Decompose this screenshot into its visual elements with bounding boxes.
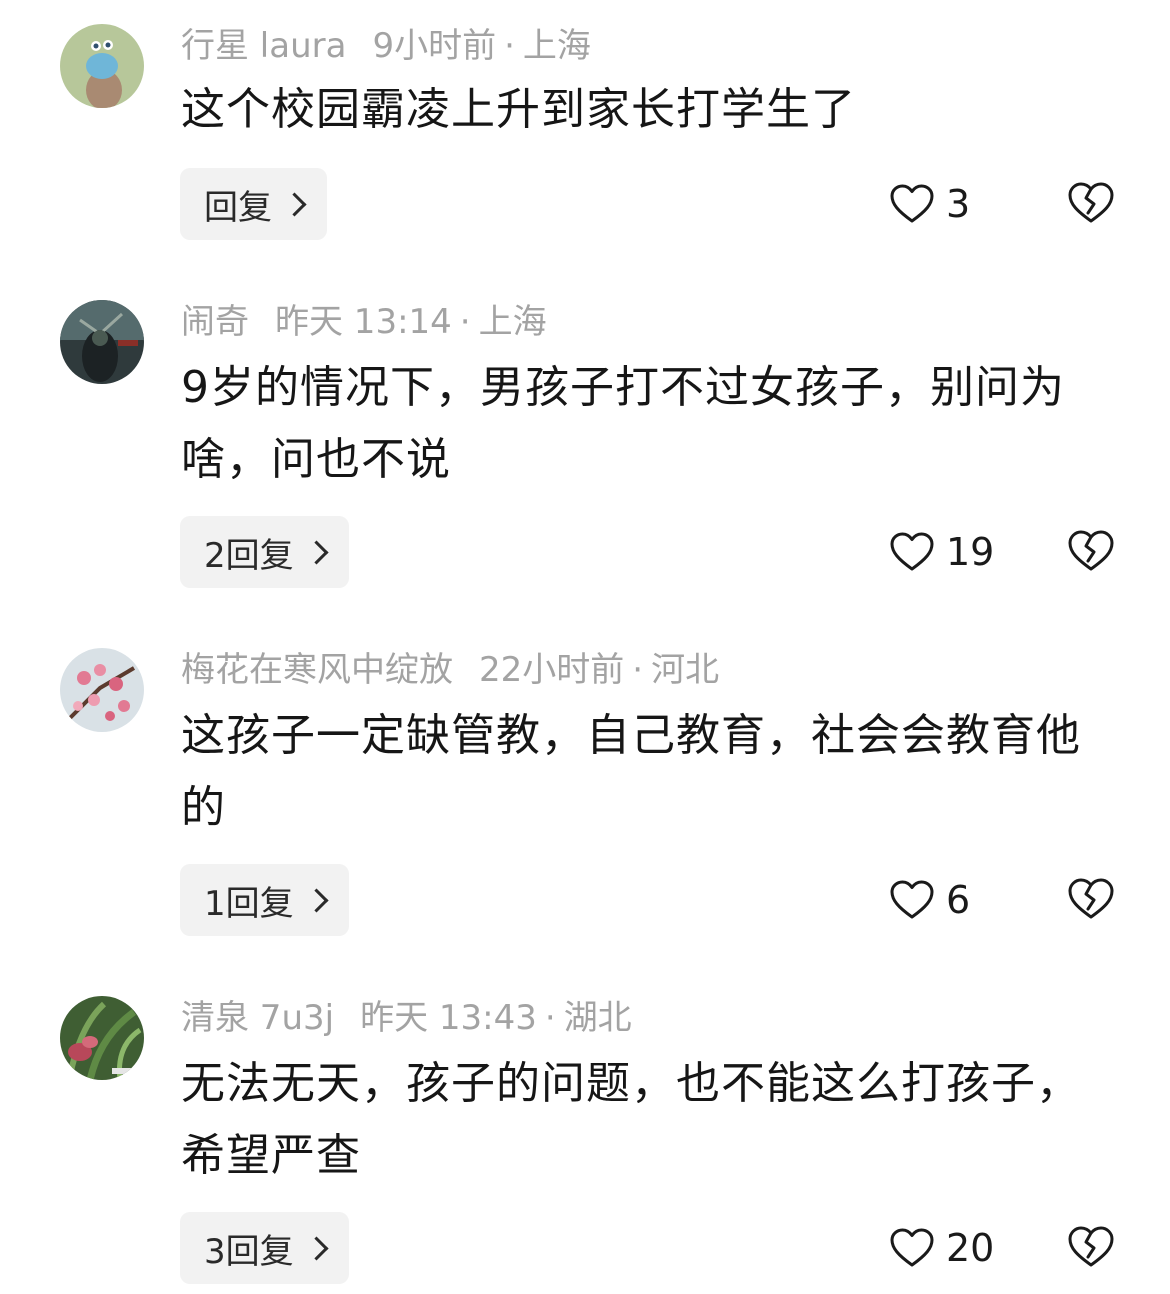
reply-button[interactable]: 2回复 [180, 516, 349, 588]
avatar[interactable] [60, 648, 144, 732]
timestamp: 9小时前 [372, 26, 497, 66]
comment-meta: 闹奇 昨天 13:14 · 上海 [181, 300, 547, 344]
username[interactable]: 清泉 7u3j [181, 998, 334, 1038]
broken-heart-icon[interactable] [1066, 526, 1116, 576]
comment-text: 无法无天，孩子的问题，也不能这么打孩子，希望严查 [181, 1058, 1081, 1181]
username[interactable]: 梅花在寒风中绽放 [181, 650, 453, 690]
location: 上海 [522, 26, 591, 66]
reply-label: 3回复 [204, 1231, 294, 1272]
location: 河北 [651, 650, 720, 690]
meta-separator: · [504, 26, 515, 66]
heart-outline-icon [890, 184, 934, 223]
like-count: 3 [946, 182, 971, 226]
username[interactable]: 行星 laura [181, 26, 346, 66]
comment-text: 这个校园霸凌上升到家长打学生了 [181, 84, 856, 135]
timestamp: 22小时前 [479, 650, 625, 690]
reply-button[interactable]: 3回复 [180, 1212, 349, 1284]
comment-meta: 梅花在寒风中绽放 22小时前 · 河北 [181, 648, 719, 692]
comment-text: 这孩子一定缺管教，自己教育，社会会教育他的 [181, 710, 1081, 833]
comment-text: 9岁的情况下，男孩子打不过女孩子，别问为啥，问也不说 [181, 362, 1065, 485]
like-button[interactable]: 19 [888, 522, 994, 582]
heart-outline-icon [890, 532, 934, 571]
avatar[interactable] [60, 996, 144, 1080]
chevron-right-icon [304, 539, 329, 565]
chevron-right-icon [304, 1235, 329, 1261]
username[interactable]: 闹奇 [181, 302, 249, 342]
like-button[interactable]: 20 [888, 1218, 994, 1278]
avatar[interactable] [60, 24, 144, 108]
like-count: 19 [946, 530, 995, 574]
comment-meta: 行星 laura 9小时前 · 上海 [181, 24, 591, 68]
timestamp: 昨天 13:14 [275, 302, 452, 342]
like-count: 6 [946, 878, 971, 922]
like-button[interactable]: 6 [888, 870, 970, 930]
location: 湖北 [563, 998, 632, 1038]
comment-meta: 清泉 7u3j 昨天 13:43 · 湖北 [181, 996, 632, 1040]
broken-heart-icon[interactable] [1066, 874, 1116, 924]
reply-button[interactable]: 1回复 [180, 864, 349, 936]
reply-label: 回复 [204, 187, 272, 228]
chevron-right-icon [282, 191, 307, 217]
like-count: 20 [946, 1226, 995, 1270]
location: 上海 [478, 302, 547, 342]
heart-outline-icon [890, 880, 934, 919]
reply-label: 2回复 [204, 535, 294, 576]
meta-separator: · [459, 302, 471, 342]
reply-label: 1回复 [204, 883, 294, 924]
like-button[interactable]: 3 [888, 174, 970, 234]
meta-separator: · [544, 998, 556, 1038]
avatar[interactable] [60, 300, 144, 384]
broken-heart-icon[interactable] [1066, 178, 1116, 228]
broken-heart-icon[interactable] [1066, 1222, 1116, 1272]
timestamp: 昨天 13:43 [360, 998, 537, 1038]
meta-separator: · [632, 650, 644, 690]
heart-outline-icon [890, 1228, 934, 1267]
chevron-right-icon [304, 887, 329, 913]
reply-button[interactable]: 回复 [180, 168, 327, 240]
